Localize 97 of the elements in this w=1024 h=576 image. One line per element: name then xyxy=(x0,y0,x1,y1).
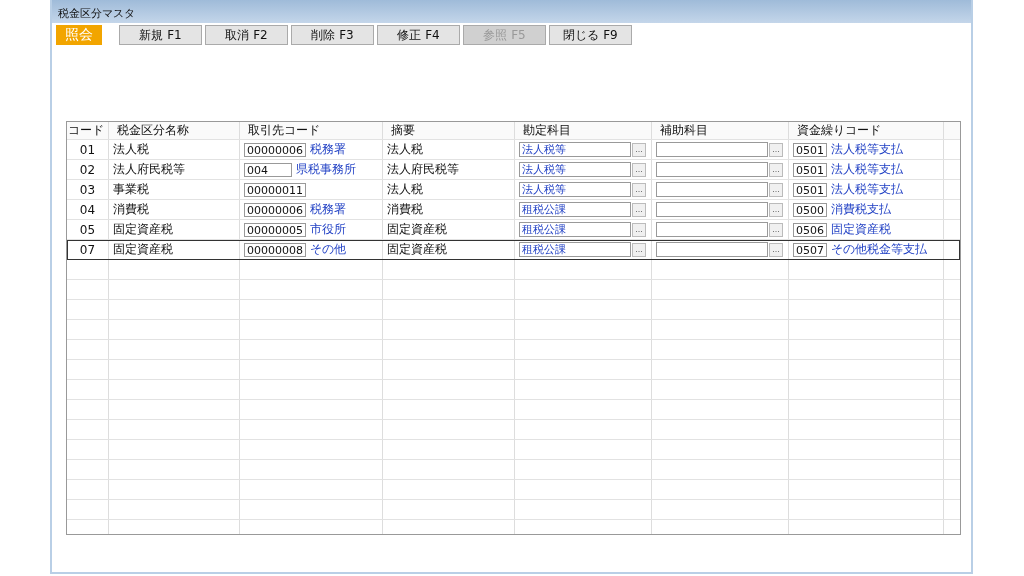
grid-row[interactable]: 05 固定資産税 00000005 市役所 固定資産税 租税公課 0506 固定資産税 xyxy=(67,220,960,240)
fund-code-field[interactable]: 0500 xyxy=(793,202,827,217)
browse-button[interactable] xyxy=(769,202,783,217)
account-field[interactable]: 租税公課 xyxy=(519,202,631,217)
dots-icon xyxy=(773,150,779,153)
column-header: 取引先コード xyxy=(248,122,320,139)
function-key-button[interactable]: 取消 F2 xyxy=(205,25,288,45)
grid-row[interactable]: 07 固定資産税 00000008 その他 固定資産税 租税公課 0507 その他税金等支払 xyxy=(67,240,960,260)
browse-button[interactable] xyxy=(769,182,783,197)
function-key-button[interactable]: 修正 F4 xyxy=(377,25,460,45)
column-header: 税金区分名称 xyxy=(117,122,189,139)
summary-text: 固定資産税 xyxy=(387,221,447,238)
partner-code-field[interactable]: 00000005 xyxy=(244,222,306,237)
column-header: 摘要 xyxy=(391,122,415,139)
summary-text: 法人府民税等 xyxy=(387,161,459,178)
fund-code-field[interactable]: 0501 xyxy=(793,182,827,197)
browse-button[interactable] xyxy=(632,222,646,237)
code-text: 04 xyxy=(79,202,96,217)
fund-name-text: 法人税等支払 xyxy=(831,141,903,158)
fund-code-field[interactable]: 0501 xyxy=(793,142,827,157)
partner-name-text: その他 xyxy=(310,241,346,258)
summary-text: 法人税 xyxy=(387,141,423,158)
code-text: 07 xyxy=(79,242,96,257)
grid-row[interactable]: 04 消費税 00000006 税務署 消費税 租税公課 0500 消費税支払 xyxy=(67,200,960,220)
name-text: 固定資産税 xyxy=(113,221,173,238)
browse-button[interactable] xyxy=(632,182,646,197)
dots-icon xyxy=(636,250,642,253)
sub-account-field[interactable] xyxy=(656,182,768,197)
name-text: 事業税 xyxy=(113,181,149,198)
code-text: 01 xyxy=(79,142,96,157)
dots-icon xyxy=(636,230,642,233)
code-text: 05 xyxy=(79,222,96,237)
dots-icon xyxy=(636,190,642,193)
account-field[interactable]: 法人税等 xyxy=(519,142,631,157)
window-title: 税金区分マスタ xyxy=(58,6,135,21)
partner-name-text: 税務署 xyxy=(310,141,346,158)
partner-code-field[interactable]: 00000011 xyxy=(244,182,306,197)
sub-account-field[interactable] xyxy=(656,222,768,237)
name-text: 消費税 xyxy=(113,201,149,218)
dots-icon xyxy=(773,170,779,173)
grid-row[interactable]: 02 法人府民税等 004 県税事務所 法人府民税等 法人税等 0501 法人税等支払 xyxy=(67,160,960,180)
fund-name-text: 消費税支払 xyxy=(831,201,891,218)
column-header: 資金繰りコード xyxy=(797,122,881,139)
partner-code-field[interactable]: 00000006 xyxy=(244,202,306,217)
browse-button[interactable] xyxy=(769,162,783,177)
account-field[interactable]: 法人税等 xyxy=(519,162,631,177)
partner-name-text: 県税事務所 xyxy=(296,161,356,178)
grid-row[interactable]: 01 法人税 00000006 税務署 法人税 法人税等 0501 法人税等支払 xyxy=(67,140,960,160)
column-header: コード xyxy=(68,122,104,139)
account-field[interactable]: 租税公課 xyxy=(519,242,631,257)
column-header: 補助科目 xyxy=(660,122,708,139)
summary-text: 固定資産税 xyxy=(387,241,447,258)
code-text: 02 xyxy=(79,162,96,177)
summary-text: 消費税 xyxy=(387,201,423,218)
name-text: 法人税 xyxy=(113,141,149,158)
fund-name-text: 固定資産税 xyxy=(831,221,891,238)
fund-code-field[interactable]: 0506 xyxy=(793,222,827,237)
browse-button[interactable] xyxy=(769,222,783,237)
name-text: 法人府民税等 xyxy=(113,161,185,178)
dots-icon xyxy=(773,210,779,213)
partner-code-field[interactable]: 00000008 xyxy=(244,242,306,257)
name-text: 固定資産税 xyxy=(113,241,173,258)
fund-name-text: その他税金等支払 xyxy=(831,241,927,258)
function-key-button[interactable]: 閉じる F9 xyxy=(549,25,632,45)
fund-name-text: 法人税等支払 xyxy=(831,181,903,198)
browse-button[interactable] xyxy=(632,202,646,217)
function-key-button[interactable]: 新規 F1 xyxy=(119,25,202,45)
column-header: 勘定科目 xyxy=(523,122,571,139)
account-field[interactable]: 法人税等 xyxy=(519,182,631,197)
dots-icon xyxy=(773,250,779,253)
account-field[interactable]: 租税公課 xyxy=(519,222,631,237)
summary-text: 法人税 xyxy=(387,181,423,198)
dots-icon xyxy=(773,190,779,193)
code-text: 03 xyxy=(79,182,96,197)
fund-code-field[interactable]: 0507 xyxy=(793,242,827,257)
dots-icon xyxy=(773,230,779,233)
sub-account-field[interactable] xyxy=(656,142,768,157)
fund-name-text: 法人税等支払 xyxy=(831,161,903,178)
sub-account-field[interactable] xyxy=(656,242,768,257)
partner-code-field[interactable]: 00000006 xyxy=(244,142,306,157)
partner-name-text: 税務署 xyxy=(310,201,346,218)
fund-code-field[interactable]: 0501 xyxy=(793,162,827,177)
dots-icon xyxy=(636,210,642,213)
partner-name-text: 市役所 xyxy=(310,221,346,238)
grid-row[interactable]: 03 事業税 00000011 法人税 法人税等 0501 法人税等支払 xyxy=(67,180,960,200)
browse-button[interactable] xyxy=(632,142,646,157)
mode-label: 照会 xyxy=(56,25,102,45)
dots-icon xyxy=(636,150,642,153)
function-key-button[interactable]: 削除 F3 xyxy=(291,25,374,45)
partner-code-field[interactable]: 004 xyxy=(244,162,292,177)
sub-account-field[interactable] xyxy=(656,162,768,177)
browse-button[interactable] xyxy=(769,242,783,257)
browse-button[interactable] xyxy=(769,142,783,157)
sub-account-field[interactable] xyxy=(656,202,768,217)
browse-button[interactable] xyxy=(632,242,646,257)
dots-icon xyxy=(636,170,642,173)
browse-button[interactable] xyxy=(632,162,646,177)
